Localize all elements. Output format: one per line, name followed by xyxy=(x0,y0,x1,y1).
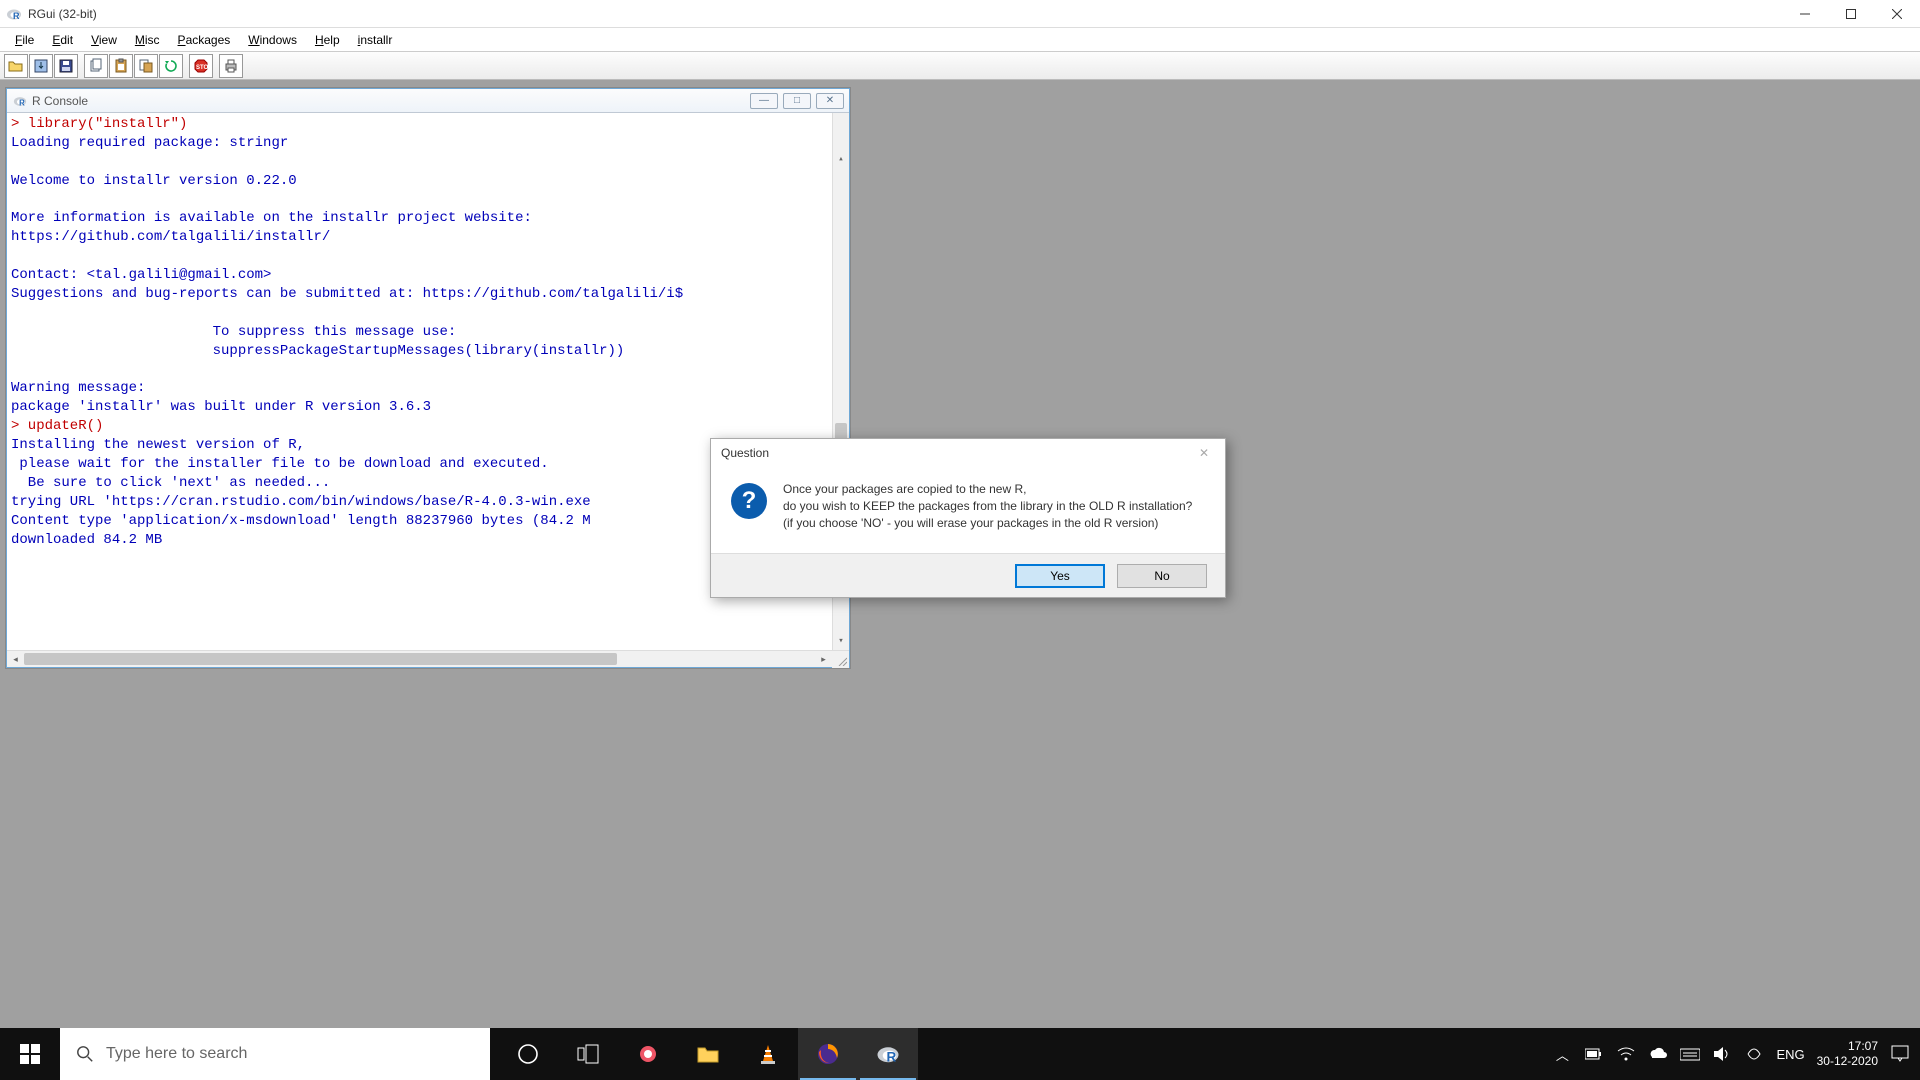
menu-windows[interactable]: Windows xyxy=(239,30,306,50)
app-snip-icon[interactable] xyxy=(618,1028,678,1080)
svg-text:STOP: STOP xyxy=(196,65,209,71)
dialog-title: Question xyxy=(721,446,769,460)
console-minimize-button[interactable]: — xyxy=(750,93,778,109)
yes-button[interactable]: Yes xyxy=(1015,564,1105,588)
menu-packages[interactable]: Packages xyxy=(169,30,240,50)
copy-icon[interactable] xyxy=(84,54,108,78)
maximize-button[interactable] xyxy=(1828,0,1874,28)
connect-icon[interactable] xyxy=(1744,1046,1764,1062)
wifi-icon[interactable] xyxy=(1616,1047,1636,1061)
onedrive-icon[interactable] xyxy=(1648,1047,1668,1061)
svg-text:R: R xyxy=(13,11,20,21)
search-icon xyxy=(76,1045,94,1063)
language-indicator[interactable]: ENG xyxy=(1776,1047,1804,1062)
scroll-left-icon[interactable]: ◂ xyxy=(7,651,24,667)
menu-bar: File Edit View Misc Packages Windows Hel… xyxy=(0,28,1920,52)
menu-installr[interactable]: installr xyxy=(349,30,402,50)
dialog-message: Once your packages are copied to the new… xyxy=(783,481,1192,531)
svg-text:R: R xyxy=(19,98,25,107)
r-logo-icon: R xyxy=(6,6,22,22)
console-titlebar[interactable]: R R Console — □ ✕ xyxy=(7,89,849,113)
stop-icon[interactable]: STOP xyxy=(189,54,213,78)
file-explorer-icon[interactable] xyxy=(678,1028,738,1080)
tray-chevron-icon[interactable]: ︿ xyxy=(1552,1045,1572,1064)
question-icon: ? xyxy=(731,483,767,519)
menu-edit[interactable]: Edit xyxy=(43,30,82,50)
menu-view[interactable]: View xyxy=(82,30,126,50)
refresh-icon[interactable] xyxy=(159,54,183,78)
taskbar-search[interactable]: Type here to search xyxy=(60,1028,490,1080)
window-title: RGui (32-bit) xyxy=(28,7,97,21)
r-logo-icon: R xyxy=(13,94,27,108)
vlc-icon[interactable] xyxy=(738,1028,798,1080)
load-workspace-icon[interactable] xyxy=(29,54,53,78)
keyboard-icon[interactable] xyxy=(1680,1047,1700,1061)
menu-file[interactable]: File xyxy=(6,30,43,50)
firefox-icon[interactable] xyxy=(798,1028,858,1080)
titlebar: R RGui (32-bit) xyxy=(0,0,1920,28)
scroll-right-icon[interactable]: ▸ xyxy=(815,651,832,667)
close-button[interactable] xyxy=(1874,0,1920,28)
battery-icon[interactable] xyxy=(1584,1048,1604,1060)
dialog-titlebar[interactable]: Question ✕ xyxy=(711,439,1225,467)
notifications-icon[interactable] xyxy=(1890,1045,1910,1063)
print-icon[interactable] xyxy=(219,54,243,78)
svg-text:R: R xyxy=(887,1050,897,1065)
cortana-icon[interactable] xyxy=(498,1028,558,1080)
mdi-area: R R Console — □ ✕ > library("installr") … xyxy=(0,80,1920,1080)
rgui-window: R RGui (32-bit) File Edit View Misc Pack… xyxy=(0,0,1920,1080)
console-title: R Console xyxy=(32,94,88,108)
paste-icon[interactable] xyxy=(109,54,133,78)
open-script-icon[interactable] xyxy=(4,54,28,78)
menu-misc[interactable]: Misc xyxy=(126,30,169,50)
clock[interactable]: 17:07 30-12-2020 xyxy=(1817,1039,1878,1069)
console-close-button[interactable]: ✕ xyxy=(816,93,844,109)
toolbar: STOP xyxy=(0,52,1920,80)
console-maximize-button[interactable]: □ xyxy=(783,93,811,109)
volume-icon[interactable] xyxy=(1712,1046,1732,1062)
windows-taskbar: Type here to search R ︿ ENG 17:07 30-12-… xyxy=(0,1028,1920,1080)
hscroll-thumb[interactable] xyxy=(24,653,617,665)
no-button[interactable]: No xyxy=(1117,564,1207,588)
system-tray: ︿ ENG 17:07 30-12-2020 xyxy=(1552,1028,1920,1080)
start-button[interactable] xyxy=(0,1028,60,1080)
minimize-button[interactable] xyxy=(1782,0,1828,28)
search-placeholder: Type here to search xyxy=(106,1045,247,1063)
save-workspace-icon[interactable] xyxy=(54,54,78,78)
menu-help[interactable]: Help xyxy=(306,30,349,50)
horizontal-scrollbar[interactable]: ◂ ▸ xyxy=(7,650,849,667)
resize-grip-icon[interactable] xyxy=(832,651,849,668)
rgui-taskbar-icon[interactable]: R xyxy=(858,1028,918,1080)
scroll-up-icon[interactable]: ▴ xyxy=(833,151,849,168)
question-dialog: Question ✕ ? Once your packages are copi… xyxy=(710,438,1226,598)
copypaste-icon[interactable] xyxy=(134,54,158,78)
taskview-icon[interactable] xyxy=(558,1028,618,1080)
dialog-close-button[interactable]: ✕ xyxy=(1183,439,1225,467)
scroll-down-icon[interactable]: ▾ xyxy=(833,633,849,650)
